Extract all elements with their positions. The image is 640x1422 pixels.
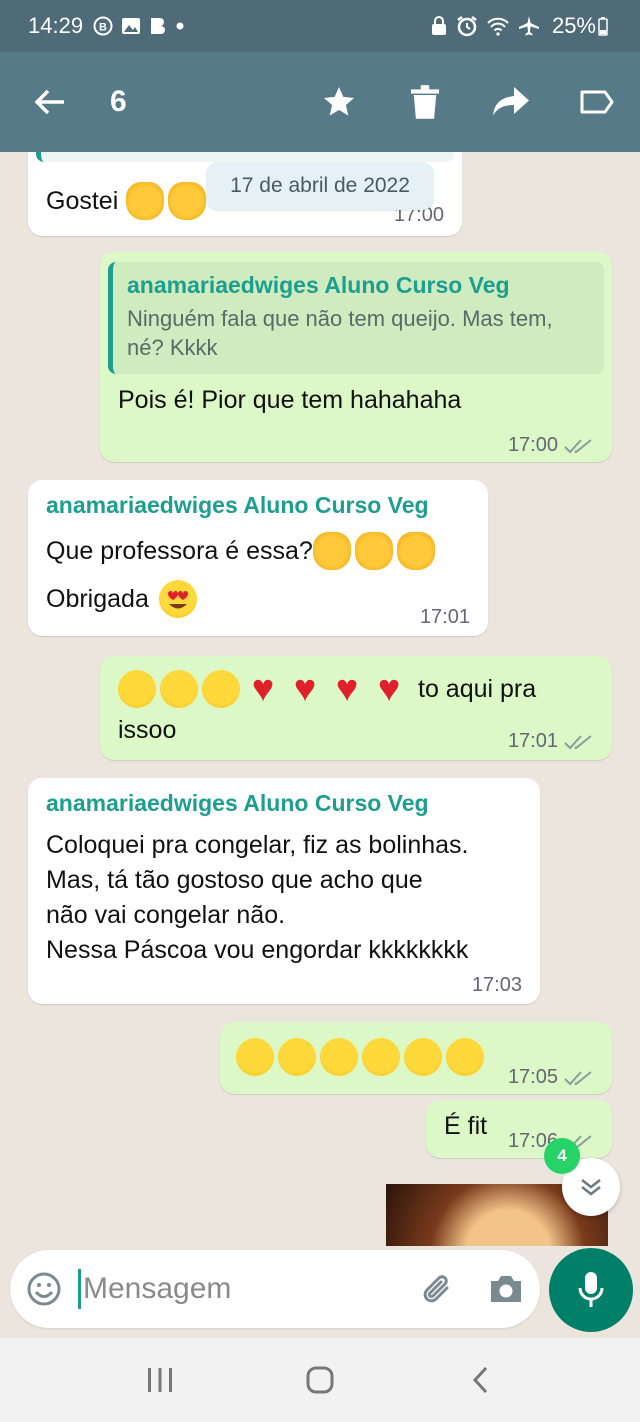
image-icon	[121, 17, 141, 35]
message-outgoing[interactable]: ♥ ♥ ♥ ♥ to aqui pra issoo 17:01	[100, 656, 612, 760]
quoted-message[interactable]: anamariaedwiges Aluno Curso Veg Ninguém …	[108, 262, 604, 374]
home-button[interactable]	[290, 1350, 350, 1410]
emoji-button[interactable]	[10, 1250, 78, 1328]
lock-icon	[430, 16, 448, 36]
red-heart-icon: ♥	[335, 668, 359, 710]
rolling-laughing-icon	[202, 670, 240, 708]
message-text: to aqui pra	[418, 674, 537, 703]
clapping-hands-icon	[396, 532, 435, 570]
message-text-line: Nessa Páscoa vou engordar kkkkkkkk	[46, 936, 469, 964]
rolling-laughing-icon	[278, 1038, 316, 1076]
message-text-line: não vai congelar não.	[46, 901, 286, 929]
quoted-sender: anamariaedwiges Aluno Curso Veg	[127, 272, 510, 298]
double-chevron-down-icon	[581, 1179, 601, 1196]
clapping-hands-icon	[126, 182, 165, 220]
selected-count: 6	[110, 85, 127, 118]
forward-icon	[493, 87, 529, 116]
label-icon	[580, 90, 614, 114]
unread-count-badge: 4	[544, 1138, 580, 1174]
rolling-laughing-icon	[118, 670, 156, 708]
status-bar: 14:29 B 25%	[0, 0, 640, 52]
message-text: Que professora é essa?	[46, 536, 313, 565]
rolling-laughing-icon	[160, 670, 198, 708]
system-back-button[interactable]	[450, 1350, 510, 1410]
message-time: 17:05	[507, 1066, 558, 1088]
paperclip-icon	[423, 1275, 449, 1303]
red-heart-icon: ♥	[251, 668, 275, 710]
double-check-icon	[564, 438, 592, 453]
delete-icon	[411, 85, 439, 119]
rolling-laughing-icon	[236, 1038, 274, 1076]
message-outgoing[interactable]: anamariaedwiges Aluno Curso Veg Ninguém …	[100, 252, 612, 462]
emoji-icon	[27, 1272, 61, 1306]
home-icon	[306, 1366, 334, 1394]
star-icon	[324, 87, 354, 116]
message-sender: anamariaedwiges Aluno Curso Veg	[46, 492, 429, 518]
message-outgoing[interactable]: 17:05	[220, 1022, 612, 1094]
chevron-left-icon	[472, 1366, 488, 1394]
message-input-wrap	[78, 1250, 404, 1328]
rolling-laughing-icon	[446, 1038, 484, 1076]
clapping-hands-icon	[168, 182, 207, 220]
forward-button[interactable]	[468, 52, 554, 152]
heart-eyes-icon	[158, 580, 197, 618]
clapping-hands-icon	[354, 532, 393, 570]
text-cursor	[78, 1269, 81, 1309]
red-heart-icon: ♥	[293, 668, 317, 710]
label-button[interactable]	[554, 52, 640, 152]
b-circle-icon: B	[93, 16, 113, 36]
alarm-icon	[456, 15, 478, 37]
battery-percent: 25%	[551, 13, 596, 38]
message-text: Gostei	[46, 186, 119, 215]
star-button[interactable]	[296, 52, 382, 152]
svg-text:B: B	[99, 22, 107, 34]
message-composer	[10, 1250, 540, 1328]
rolling-laughing-icon	[320, 1038, 358, 1076]
message-incoming[interactable]: anamariaedwiges Aluno Curso Veg Coloquei…	[28, 778, 540, 1004]
dot-icon	[175, 21, 185, 31]
system-navigation-bar	[0, 1338, 640, 1422]
battery-icon	[598, 16, 608, 36]
recent-apps-icon	[148, 1368, 172, 1392]
attach-button[interactable]	[404, 1250, 472, 1328]
message-text-line2: Obrigada	[46, 584, 149, 613]
status-time: 14:29	[28, 13, 84, 38]
message-time: 17:03	[471, 974, 522, 996]
airplane-icon	[518, 15, 540, 37]
quoted-message	[36, 152, 454, 162]
message-time: 17:01	[507, 730, 558, 752]
back-button[interactable]	[0, 52, 100, 152]
double-check-icon	[564, 734, 592, 749]
message-time: 17:00	[507, 434, 558, 456]
message-text: É fit	[444, 1112, 488, 1140]
quoted-text: Ninguém fala que não tem queijo. Mas tem…	[127, 306, 553, 360]
camera-button[interactable]	[472, 1250, 540, 1328]
message-text-line: Coloquei pra congelar, fiz as bolinhas.	[46, 831, 469, 859]
message-outgoing[interactable]: É fit 17:06	[426, 1100, 612, 1158]
camera-icon	[491, 1276, 521, 1302]
chat-area[interactable]: Gostei 17:00 17 de abril de 2022 anamari…	[0, 152, 640, 1246]
microphone-icon	[578, 1272, 604, 1307]
recent-apps-button[interactable]	[130, 1350, 190, 1410]
rolling-laughing-icon	[404, 1038, 442, 1076]
rolling-laughing-icon	[362, 1038, 400, 1076]
double-check-icon	[564, 1070, 592, 1085]
message-incoming[interactable]: anamariaedwiges Aluno Curso Veg Que prof…	[28, 480, 488, 636]
delete-button[interactable]	[382, 52, 468, 152]
selection-toolbar: 6	[0, 52, 640, 152]
message-text-line2: issoo	[118, 716, 177, 744]
message-time: 17:01	[419, 606, 470, 628]
red-heart-icon: ♥	[377, 668, 401, 710]
wifi-icon	[486, 16, 510, 36]
message-input[interactable]	[83, 1272, 383, 1306]
message-sender: anamariaedwiges Aluno Curso Veg	[46, 790, 429, 816]
b-app-icon	[149, 16, 167, 36]
clapping-hands-icon	[312, 532, 351, 570]
message-text: Pois é! Pior que tem hahahaha	[118, 386, 462, 414]
message-text-line: Mas, tá tão gostoso que acho que	[46, 866, 423, 894]
voice-message-button[interactable]	[549, 1248, 633, 1332]
arrow-left-icon	[34, 89, 64, 115]
date-chip: 17 de abril de 2022	[206, 162, 434, 210]
